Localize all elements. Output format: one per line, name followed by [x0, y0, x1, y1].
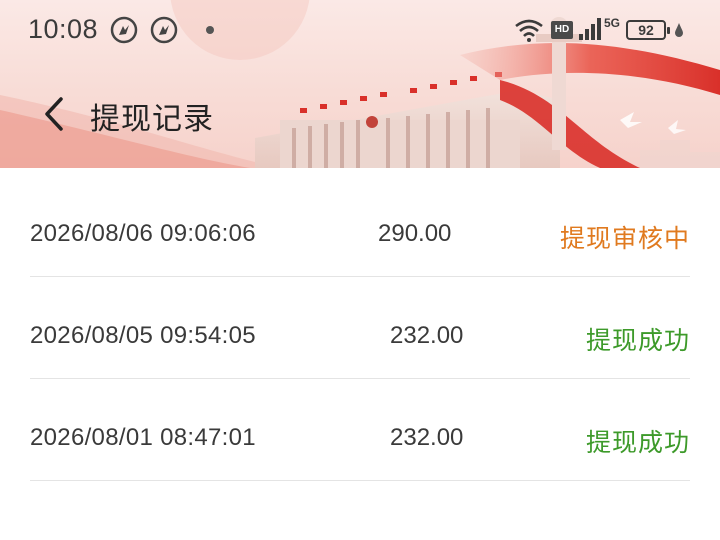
header-banner: 10:08 HD 5G 92 提现记录 [0, 0, 720, 168]
record-amount: 232.00 [390, 424, 464, 451]
record-status: 提现成功 [585, 428, 690, 457]
record-row[interactable]: 2026/08/05 09:54:05 232.00 提现成功 [30, 277, 690, 379]
wifi-icon [515, 19, 543, 42]
charging-drop-icon [675, 23, 683, 37]
battery-icon: 92 [626, 20, 670, 40]
app-notification-icon [150, 16, 178, 44]
withdrawal-record-list: 2026/08/06 09:06:06 290.00 提现审核中 2026/08… [0, 168, 720, 481]
record-time: 2026/08/05 09:54:05 [30, 322, 256, 349]
status-bar: 10:08 HD 5G 92 [0, 0, 720, 62]
chevron-left-icon [45, 97, 63, 131]
back-button[interactable] [36, 92, 72, 136]
notification-dot [206, 26, 214, 34]
record-time: 2026/08/06 09:06:06 [30, 220, 256, 247]
record-time: 2026/08/01 08:47:01 [30, 424, 256, 451]
network-type: 5G [604, 16, 621, 30]
record-amount: 290.00 [378, 220, 452, 247]
page-title: 提现记录 [90, 102, 214, 137]
signal-icon [579, 18, 601, 40]
record-amount: 232.00 [390, 322, 464, 349]
status-time: 10:08 [28, 14, 99, 44]
record-row[interactable]: 2026/08/06 09:06:06 290.00 提现审核中 [30, 168, 690, 277]
record-status: 提现成功 [585, 326, 690, 355]
app-notification-icon [110, 16, 138, 44]
record-status: 提现审核中 [559, 224, 690, 253]
hd-badge: HD [551, 21, 573, 39]
record-row[interactable]: 2026/08/01 08:47:01 232.00 提现成功 [30, 379, 690, 481]
